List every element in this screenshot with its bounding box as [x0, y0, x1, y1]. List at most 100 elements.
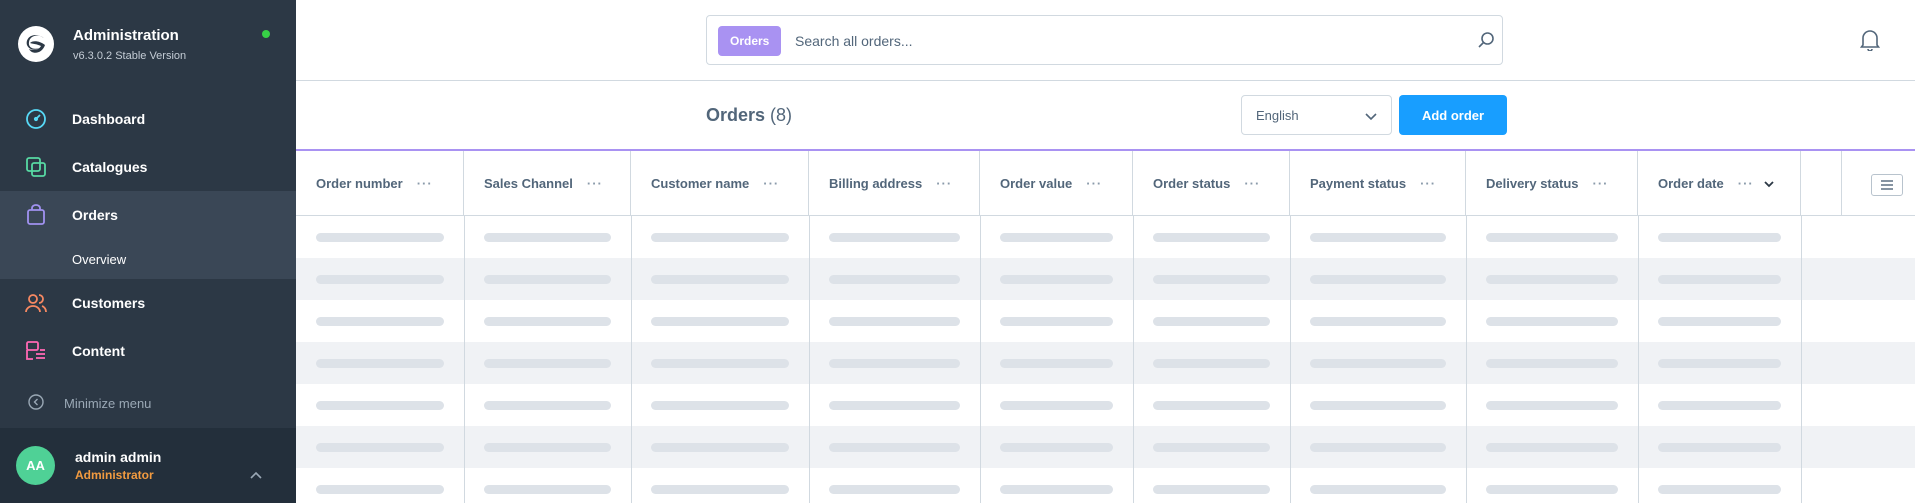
- column-label: Order date: [1658, 176, 1724, 191]
- global-search[interactable]: Orders: [706, 15, 1503, 65]
- skeleton-placeholder: [829, 359, 960, 368]
- skeleton-placeholder: [1000, 485, 1113, 494]
- column-divider: [631, 216, 632, 503]
- skeleton-placeholder: [316, 275, 444, 284]
- language-value: English: [1256, 107, 1299, 123]
- column-settings-menu-icon[interactable]: [1871, 174, 1903, 196]
- avatar: AA: [16, 446, 55, 485]
- column-divider: [1466, 216, 1467, 503]
- column-label: Billing address: [829, 176, 923, 191]
- nav-item-content[interactable]: Content: [0, 327, 296, 375]
- order-count: (8): [770, 105, 793, 125]
- language-select[interactable]: English: [1241, 95, 1392, 135]
- skeleton-placeholder: [1000, 359, 1113, 368]
- skeleton-placeholder: [829, 275, 960, 284]
- nav-subitem-overview[interactable]: Overview: [0, 239, 296, 279]
- column-options-icon[interactable]: ···: [936, 176, 952, 191]
- table-row: [296, 468, 1915, 503]
- column-header-payment-status[interactable]: Payment status ···: [1290, 151, 1466, 216]
- skeleton-placeholder: [651, 401, 789, 410]
- column-header-billing-address[interactable]: Billing address ···: [809, 151, 980, 216]
- skeleton-placeholder: [1153, 275, 1270, 284]
- skeleton-placeholder: [829, 317, 960, 326]
- column-options-icon[interactable]: ···: [1244, 176, 1260, 191]
- skeleton-placeholder: [484, 401, 611, 410]
- column-header-actions: [1801, 151, 1842, 216]
- skeleton-placeholder: [829, 443, 960, 452]
- search-icon[interactable]: [1477, 31, 1495, 54]
- skeleton-placeholder: [1153, 401, 1270, 410]
- skeleton-placeholder: [1658, 485, 1781, 494]
- bell-icon[interactable]: [1859, 29, 1881, 56]
- skeleton-placeholder: [1658, 317, 1781, 326]
- skeleton-placeholder: [484, 359, 611, 368]
- page-title: Orders (8): [706, 105, 792, 126]
- search-input[interactable]: [795, 28, 1435, 54]
- column-header-delivery-status[interactable]: Delivery status ···: [1466, 151, 1638, 216]
- column-options-icon[interactable]: ···: [1086, 176, 1102, 191]
- skeleton-placeholder: [484, 485, 611, 494]
- skeleton-placeholder: [1486, 359, 1618, 368]
- column-header-order-date[interactable]: Order date ···: [1638, 151, 1801, 216]
- column-header-order-number[interactable]: Order number ···: [296, 151, 464, 216]
- catalogue-icon: [24, 155, 48, 179]
- nav-item-dashboard[interactable]: Dashboard: [0, 95, 296, 143]
- skeleton-placeholder: [1486, 401, 1618, 410]
- skeleton-placeholder: [1486, 317, 1618, 326]
- column-options-icon[interactable]: ···: [417, 176, 433, 191]
- sidebar: Administration v6.3.0.2 Stable Version D…: [0, 0, 296, 503]
- nav-item-catalogues[interactable]: Catalogues: [0, 143, 296, 191]
- skeleton-placeholder: [1310, 317, 1446, 326]
- nav-item-label: Content: [72, 343, 125, 359]
- skeleton-placeholder: [1310, 233, 1446, 242]
- chevron-down-icon: [1365, 109, 1377, 124]
- column-options-icon[interactable]: ···: [1420, 176, 1436, 191]
- dashboard-gauge-icon: [24, 107, 48, 131]
- sort-descending-icon[interactable]: [1764, 176, 1774, 191]
- minimize-menu-label: Minimize menu: [64, 395, 152, 411]
- skeleton-placeholder: [1310, 401, 1446, 410]
- skeleton-placeholder: [651, 443, 789, 452]
- column-divider: [1638, 216, 1639, 503]
- skeleton-placeholder: [1310, 443, 1446, 452]
- skeleton-placeholder: [1153, 233, 1270, 242]
- nav-item-customers[interactable]: Customers: [0, 279, 296, 327]
- skeleton-placeholder: [651, 233, 789, 242]
- column-header-customer-name[interactable]: Customer name ···: [631, 151, 809, 216]
- skeleton-placeholder: [1658, 275, 1781, 284]
- page-title-text: Orders: [706, 105, 766, 125]
- skeleton-placeholder: [316, 233, 444, 242]
- skeleton-placeholder: [484, 443, 611, 452]
- orders-table: Order number ··· Sales Channel ··· Custome…: [296, 151, 1915, 503]
- column-header-order-status[interactable]: Order status ···: [1133, 151, 1290, 216]
- skeleton-placeholder: [651, 317, 789, 326]
- skeleton-placeholder: [1000, 401, 1113, 410]
- column-divider: [1290, 216, 1291, 503]
- column-label: Sales Channel: [484, 176, 573, 191]
- nav-item-orders[interactable]: Orders: [0, 191, 296, 239]
- column-options-icon[interactable]: ···: [587, 176, 603, 191]
- column-divider: [809, 216, 810, 503]
- skeleton-placeholder: [651, 485, 789, 494]
- column-label: Payment status: [1310, 176, 1407, 191]
- table-row: [296, 426, 1915, 468]
- skeleton-placeholder: [829, 233, 960, 242]
- add-order-button[interactable]: Add order: [1399, 95, 1507, 135]
- column-header-order-value[interactable]: Order value ···: [980, 151, 1133, 216]
- skeleton-placeholder: [1310, 485, 1446, 494]
- search-type-tag[interactable]: Orders: [718, 26, 782, 56]
- nav-item-label: Dashboard: [72, 111, 146, 127]
- column-options-icon[interactable]: ···: [1593, 176, 1609, 191]
- skeleton-placeholder: [1310, 275, 1446, 284]
- chevron-up-icon[interactable]: [250, 466, 262, 484]
- column-label: Order number: [316, 176, 403, 191]
- shopware-logo-icon[interactable]: [18, 26, 54, 62]
- column-header-sales-channel[interactable]: Sales Channel ···: [464, 151, 631, 216]
- column-options-icon[interactable]: ···: [763, 176, 779, 191]
- skeleton-placeholder: [1486, 275, 1618, 284]
- column-label: Order status: [1153, 176, 1231, 191]
- skeleton-placeholder: [1310, 359, 1446, 368]
- minimize-menu-button[interactable]: Minimize menu: [0, 383, 296, 423]
- skeleton-placeholder: [1486, 233, 1618, 242]
- column-options-icon[interactable]: ···: [1738, 176, 1754, 191]
